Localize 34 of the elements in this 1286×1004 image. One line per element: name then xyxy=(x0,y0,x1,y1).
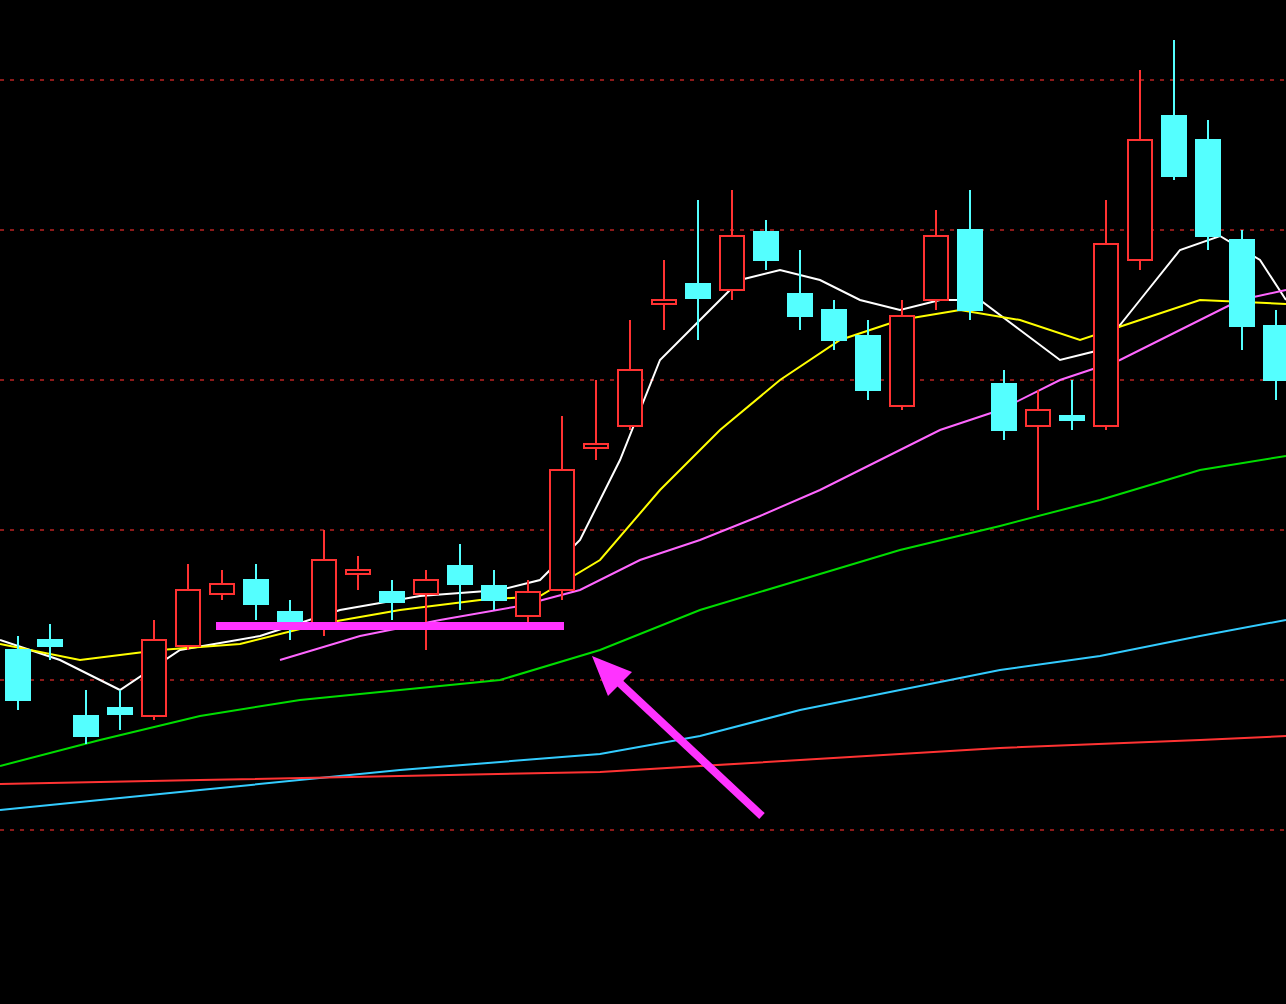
candlestick xyxy=(175,563,201,651)
candlestick xyxy=(5,635,31,711)
candlestick xyxy=(787,249,813,331)
candlestick xyxy=(1025,389,1051,511)
candlestick xyxy=(515,579,541,625)
candlestick xyxy=(209,569,235,601)
candlestick xyxy=(855,319,881,401)
candlestick xyxy=(1161,39,1187,181)
candlestick xyxy=(1059,379,1085,431)
candlestick xyxy=(651,259,677,331)
candlestick xyxy=(719,189,745,301)
candlestick xyxy=(141,619,167,721)
candlestick xyxy=(107,689,133,731)
candlestick xyxy=(379,579,405,621)
candlestick xyxy=(821,299,847,351)
candlestick xyxy=(345,555,371,591)
candlestick xyxy=(73,689,99,745)
candlestick xyxy=(243,563,269,621)
candlestick xyxy=(1229,229,1255,351)
candlestick xyxy=(991,369,1017,441)
candlestick xyxy=(617,319,643,431)
candlestick xyxy=(923,209,949,311)
candlestick xyxy=(957,189,983,321)
candlestick xyxy=(1263,309,1286,401)
candlestick xyxy=(889,299,915,411)
candlestick xyxy=(447,543,473,611)
candlestick xyxy=(37,623,63,661)
candlestick xyxy=(685,199,711,341)
candlestick xyxy=(753,219,779,271)
candlestick xyxy=(481,569,507,611)
candlestick xyxy=(583,379,609,461)
candlestick xyxy=(413,569,439,651)
candlestick xyxy=(311,529,337,637)
candlestick xyxy=(1195,119,1221,251)
